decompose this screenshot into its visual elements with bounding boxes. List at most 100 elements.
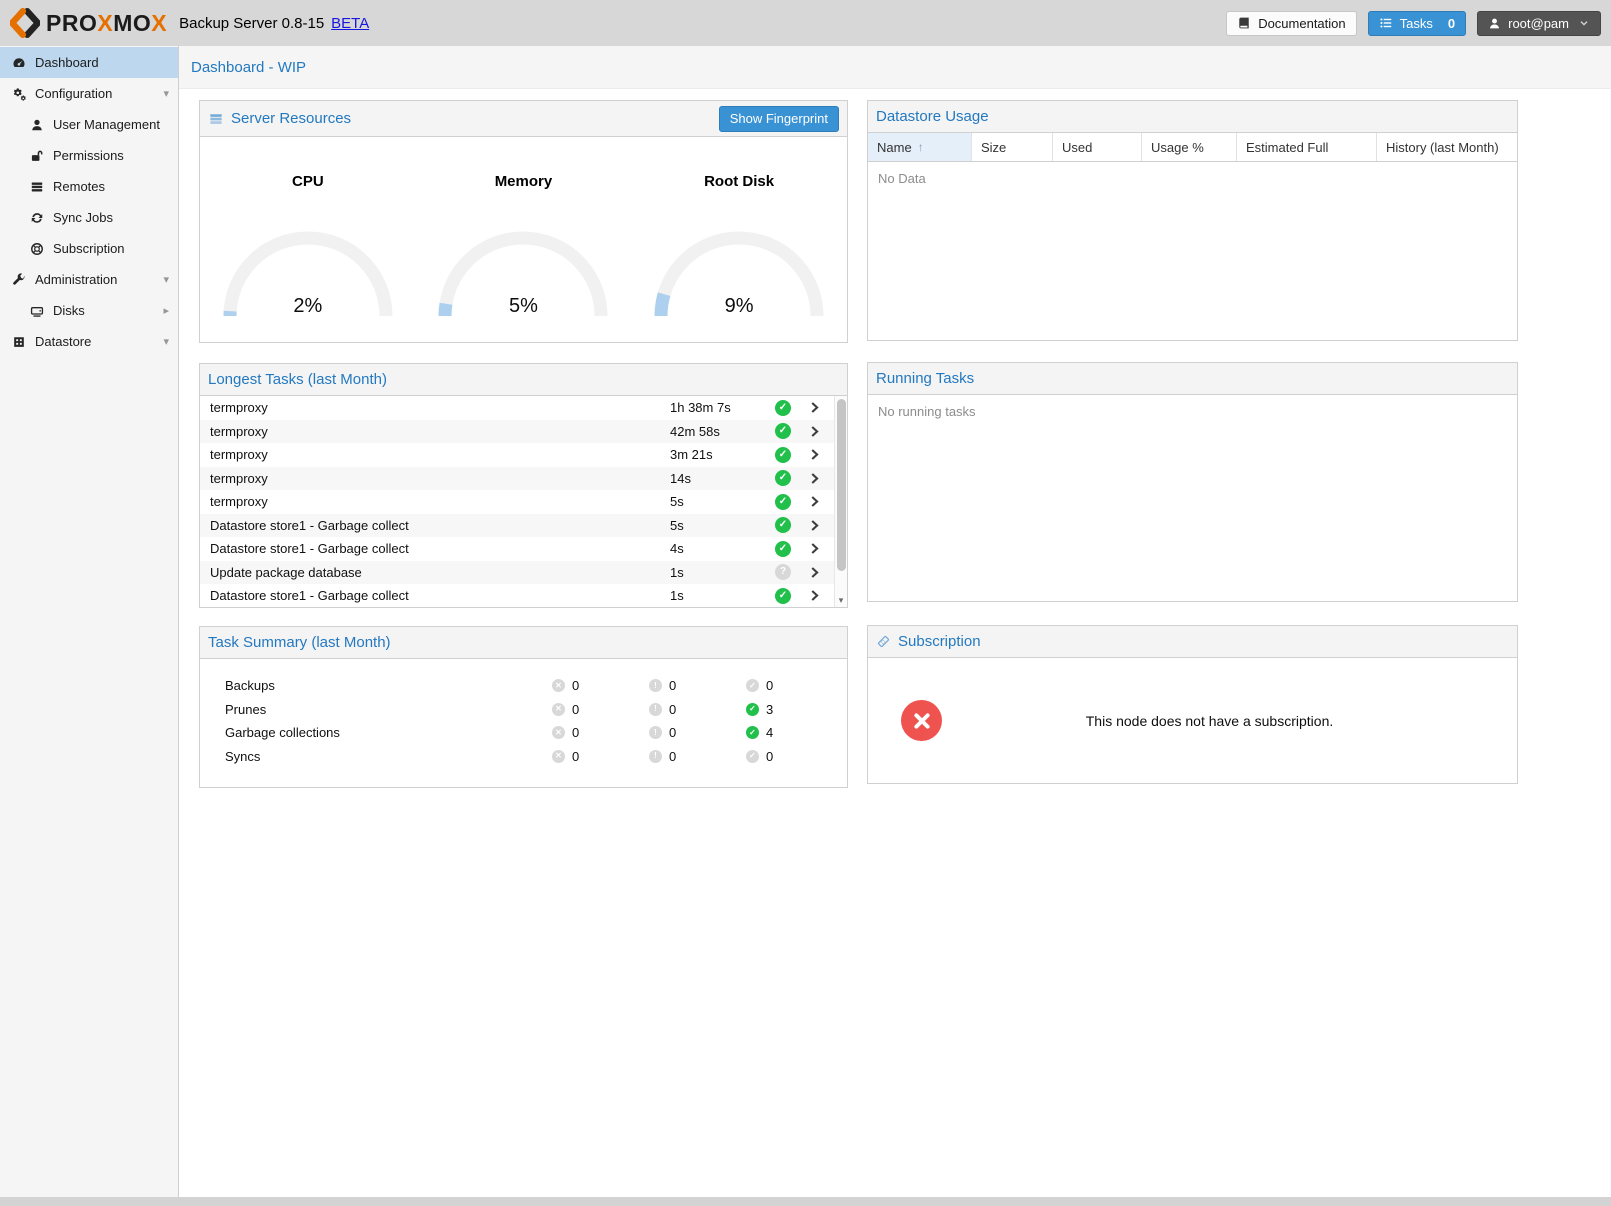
sidebar-item-permissions[interactable]: Permissions [0, 140, 178, 171]
task-row[interactable]: Datastore store1 - Garbage collect4s✓ [200, 537, 847, 561]
sidebar: DashboardConfiguration▾User ManagementPe… [0, 46, 179, 1206]
disk-icon [28, 304, 46, 318]
task-row[interactable]: termproxy3m 21s✓ [200, 443, 847, 467]
task-row[interactable]: Datastore store1 - Garbage collect5s✓ [200, 514, 847, 538]
unlock-icon [28, 149, 46, 163]
sidebar-item-remotes[interactable]: Remotes [0, 171, 178, 202]
datastore-usage-panel: Datastore Usage Name↑SizeUsedUsage %Esti… [867, 100, 1518, 341]
sidebar-item-user-management[interactable]: User Management [0, 109, 178, 140]
gauge-memory: Memory5% [416, 173, 632, 342]
status-ok-icon: ✓ [775, 423, 791, 439]
task-row[interactable]: Update package database1s? [200, 561, 847, 585]
ok-count-icon: ✓ [746, 703, 759, 716]
user-icon [28, 118, 46, 132]
chevron-right-icon[interactable] [808, 448, 821, 461]
chevron-right-icon[interactable] [808, 425, 821, 438]
gauge-value: 2% [215, 295, 401, 318]
chevron-right-icon[interactable] [808, 401, 821, 414]
no-subscription-icon [901, 700, 942, 741]
sidebar-item-datastore[interactable]: Datastore▾ [0, 326, 178, 357]
top-bar: PROXMOX Backup Server 0.8-15 BETA Docume… [0, 0, 1611, 46]
chevron-right-icon[interactable] [808, 472, 821, 485]
task-row[interactable]: termproxy5s✓ [200, 490, 847, 514]
lifering-icon [28, 242, 46, 256]
sidebar-item-configuration[interactable]: Configuration▾ [0, 78, 178, 109]
user-icon [1488, 17, 1501, 30]
sidebar-item-dashboard[interactable]: Dashboard [0, 47, 178, 78]
column-header-used[interactable]: Used [1053, 133, 1142, 161]
scrollbar-thumb[interactable] [837, 399, 846, 571]
summary-row-garbage-collections: Garbage collections✕0!0✓4 [200, 721, 847, 745]
panel-title: Task Summary (last Month) [208, 634, 839, 651]
sidebar-item-administration[interactable]: Administration▾ [0, 264, 178, 295]
status-ok-icon: ✓ [775, 588, 791, 604]
warning-count-icon: ! [649, 726, 662, 739]
proxmox-wordmark: PROXMOX [46, 10, 167, 37]
chevron-down-icon[interactable]: ▾ [163, 335, 169, 348]
product-version: Backup Server 0.8-15 [179, 15, 324, 32]
layers-icon [28, 180, 46, 194]
scrollbar[interactable]: ▾ [834, 396, 847, 607]
scrollbar-down-arrow[interactable]: ▾ [835, 594, 847, 607]
chevron-down-icon[interactable]: ▾ [163, 87, 169, 100]
bottom-strip [0, 1197, 1611, 1206]
proxmox-logo-icon [10, 8, 40, 38]
column-header-history-last-month-[interactable]: History (last Month) [1377, 133, 1517, 161]
tachometer-icon [10, 56, 28, 70]
panel-title: Longest Tasks (last Month) [208, 371, 839, 388]
beta-link[interactable]: BETA [331, 15, 369, 32]
chevron-right-icon[interactable] [808, 495, 821, 508]
sync-icon [28, 211, 46, 225]
panel-title: Subscription [898, 633, 1509, 650]
task-row[interactable]: termproxy1h 38m 7s✓ [200, 396, 847, 420]
chevron-right-icon[interactable] [808, 589, 821, 602]
summary-row-backups: Backups✕0!0✓0 [200, 674, 847, 698]
warning-count-icon: ! [649, 679, 662, 692]
task-summary-panel: Task Summary (last Month) Backups✕0!0✓0P… [199, 626, 848, 788]
sidebar-item-sync-jobs[interactable]: Sync Jobs [0, 202, 178, 233]
datastore-usage-empty: No Data [868, 162, 1517, 340]
chevron-right-icon[interactable] [808, 566, 821, 579]
wrench-icon [10, 273, 28, 287]
chevron-down-icon [1578, 17, 1590, 29]
column-header-estimated-full[interactable]: Estimated Full [1237, 133, 1377, 161]
documentation-button[interactable]: Documentation [1226, 11, 1356, 36]
tasks-button[interactable]: Tasks 0 [1368, 11, 1466, 36]
error-count-icon: ✕ [552, 679, 565, 692]
subscription-panel: Subscription This node does not have a s… [867, 625, 1518, 784]
sidebar-item-disks[interactable]: Disks▸ [0, 295, 178, 326]
user-menu-button[interactable]: root@pam [1477, 11, 1601, 36]
panel-title: Server Resources [231, 110, 719, 127]
summary-row-prunes: Prunes✕0!0✓3 [200, 698, 847, 722]
gears-icon [10, 87, 28, 101]
task-list-icon [1379, 16, 1393, 30]
gauge-value: 5% [430, 295, 616, 318]
sort-ascending-icon: ↑ [918, 140, 924, 154]
subscription-message: This node does not have a subscription. [942, 713, 1517, 729]
error-count-icon: ✕ [552, 726, 565, 739]
show-fingerprint-button[interactable]: Show Fingerprint [719, 106, 839, 132]
chevron-right-icon[interactable]: ▸ [163, 304, 169, 317]
sidebar-item-subscription[interactable]: Subscription [0, 233, 178, 264]
page-title: Dashboard - WIP [179, 46, 1611, 89]
chevron-down-icon[interactable]: ▾ [163, 273, 169, 286]
ok-count-icon: ✓ [746, 726, 759, 739]
column-header-name[interactable]: Name↑ [868, 133, 972, 161]
column-header-size[interactable]: Size [972, 133, 1053, 161]
warning-count-icon: ! [649, 703, 662, 716]
task-row[interactable]: termproxy14s✓ [200, 467, 847, 491]
error-count-icon: ✕ [552, 750, 565, 763]
longest-tasks-panel: Longest Tasks (last Month) termproxy1h 3… [199, 363, 848, 608]
ticket-icon [876, 634, 891, 649]
tasks-count-badge: 0 [1448, 16, 1455, 31]
server-resources-icon [208, 112, 224, 126]
warning-count-icon: ! [649, 750, 662, 763]
ok-count-icon: ✓ [746, 679, 759, 692]
chevron-right-icon[interactable] [808, 542, 821, 555]
column-header-usage-[interactable]: Usage % [1142, 133, 1237, 161]
task-row[interactable]: termproxy42m 58s✓ [200, 420, 847, 444]
gauge-value: 9% [646, 295, 832, 318]
panel-title: Running Tasks [876, 370, 1509, 387]
task-row[interactable]: Datastore store1 - Garbage collect1s✓ [200, 584, 847, 607]
chevron-right-icon[interactable] [808, 519, 821, 532]
